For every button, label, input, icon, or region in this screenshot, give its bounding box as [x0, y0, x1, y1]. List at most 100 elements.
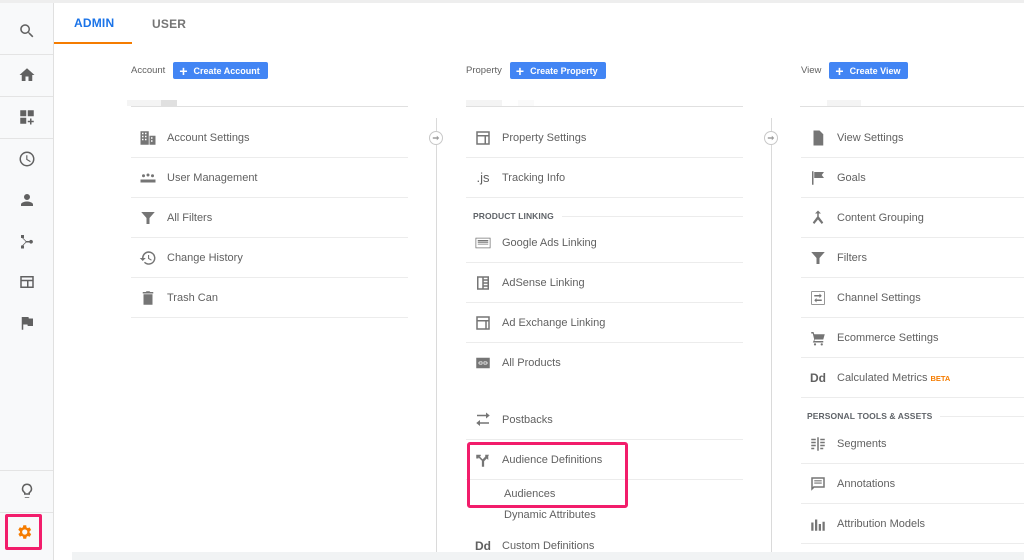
adexchange-icon — [476, 315, 490, 330]
home-icon — [19, 68, 34, 81]
postbacks-icon — [476, 412, 490, 426]
column-divider — [436, 118, 437, 560]
view-selector-underline — [800, 106, 1024, 107]
column-divider — [771, 118, 772, 560]
sidebar-behavior[interactable] — [0, 262, 53, 302]
document-icon — [813, 130, 824, 145]
create-view-label: Create View — [849, 65, 901, 76]
dynamic-attributes-link[interactable]: Dynamic Attributes — [504, 509, 596, 521]
segments-item[interactable]: Segments — [801, 424, 1024, 464]
js-icon: .js — [476, 170, 490, 185]
flag-icon — [812, 170, 824, 185]
tab-user[interactable]: USER — [132, 3, 206, 44]
section-title: PERSONAL TOOLS & ASSETS — [807, 411, 933, 421]
sidebar-search[interactable] — [0, 11, 53, 51]
search-icon — [19, 24, 33, 38]
plus-icon: + — [835, 62, 844, 79]
item-label: Goals — [837, 171, 866, 184]
ecommerce-settings-item[interactable]: Ecommerce Settings — [801, 318, 1024, 358]
filter-icon — [141, 211, 155, 224]
sidebar-customization[interactable] — [0, 97, 53, 137]
item-label: Segments — [837, 437, 887, 450]
create-account-label: Create Account — [193, 65, 260, 76]
item-label: Channel Settings — [837, 291, 921, 304]
annotations-item[interactable]: Annotations — [801, 464, 1024, 504]
audience-person-icon — [20, 194, 33, 206]
sidebar-conversions[interactable] — [0, 303, 53, 343]
discover-lightbulb-icon — [21, 483, 32, 498]
item-label: Tracking Info — [502, 171, 566, 184]
account-settings-item[interactable]: Account Settings — [131, 118, 408, 158]
sidebar-admin-highlighted[interactable] — [5, 514, 42, 550]
create-account-button[interactable]: + Create Account — [173, 62, 268, 79]
behavior-icon — [19, 276, 34, 288]
item-label: Custom Definitions — [502, 540, 595, 552]
adsense-linking-item[interactable]: AdSense Linking — [466, 263, 743, 303]
product-linking-section: PRODUCT LINKING — [473, 211, 743, 221]
goals-item[interactable]: Goals — [801, 158, 1024, 198]
sidebar-divider — [0, 512, 53, 513]
ads-icon — [475, 237, 491, 248]
channel-icon — [811, 290, 825, 305]
content-grouping-item[interactable]: Content Grouping — [801, 198, 1024, 238]
property-settings-item[interactable]: Property Settings — [466, 118, 743, 158]
left-nav-sidebar — [0, 3, 54, 560]
admin-gear-icon — [17, 525, 31, 539]
dd-icon: Dd — [810, 370, 826, 385]
google-ads-linking-item[interactable]: Google Ads Linking — [466, 223, 743, 263]
tracking-info-item[interactable]: .js Tracking Info — [466, 158, 743, 198]
create-property-label: Create Property — [530, 65, 598, 76]
realtime-clock-icon — [19, 151, 34, 167]
cart-icon — [811, 331, 825, 345]
create-property-button[interactable]: + Create Property — [509, 62, 606, 79]
sidebar-audience[interactable] — [0, 180, 53, 220]
ad-exchange-linking-item[interactable]: Ad Exchange Linking — [466, 303, 743, 343]
section-title: PRODUCT LINKING — [473, 211, 554, 221]
account-column-header: Account + Create Account — [131, 62, 268, 79]
item-label: Ecommerce Settings — [837, 331, 939, 344]
view-label: View — [801, 65, 822, 76]
view-column-header: View + Create View — [801, 62, 909, 79]
attribution-models-item[interactable]: Attribution Models — [801, 504, 1024, 544]
window-icon — [476, 130, 490, 145]
all-products-item[interactable]: All Products — [466, 343, 743, 383]
postbacks-item[interactable]: Postbacks — [466, 400, 743, 440]
channel-settings-item[interactable]: Channel Settings — [801, 278, 1024, 318]
filter-icon — [811, 251, 825, 264]
sidebar-realtime[interactable] — [0, 139, 53, 179]
plus-icon: + — [179, 62, 188, 79]
link-icon — [476, 357, 490, 369]
property-column-header: Property + Create Property — [466, 62, 606, 79]
tab-admin[interactable]: ADMIN — [54, 3, 132, 44]
item-label: Ad Exchange Linking — [502, 316, 606, 329]
arrow-right-icon — [429, 131, 443, 145]
calculated-metrics-item[interactable]: Dd Calculated Metrics BETA — [801, 358, 1024, 398]
account-selector-underline — [131, 106, 408, 107]
segments-icon — [811, 436, 825, 451]
sidebar-discover[interactable] — [0, 471, 53, 511]
ga-admin-page: ADMIN USER Account + Create Account Prop… — [0, 0, 1024, 560]
calculated-metrics-label: Calculated Metrics — [837, 371, 928, 384]
sidebar-acquisition[interactable] — [0, 221, 53, 261]
trash-can-item[interactable]: Trash Can — [131, 278, 408, 318]
sidebar-home[interactable] — [0, 55, 53, 95]
all-filters-item[interactable]: All Filters — [131, 198, 408, 238]
grouping-icon — [812, 210, 824, 224]
property-selector-underline — [466, 106, 743, 107]
item-label: Calculated Metrics BETA — [837, 372, 950, 384]
item-label: Property Settings — [502, 131, 587, 144]
create-view-button[interactable]: + Create View — [829, 62, 909, 79]
item-label: User Management — [167, 171, 258, 184]
annotations-icon — [811, 476, 825, 491]
item-label: Content Grouping — [837, 211, 924, 224]
item-label: Google Ads Linking — [502, 236, 597, 249]
customization-icon — [19, 110, 34, 125]
user-management-item[interactable]: User Management — [131, 158, 408, 198]
view-settings-item[interactable]: View Settings — [801, 118, 1024, 158]
building-icon — [140, 130, 156, 145]
audience-definitions-highlight-box — [467, 442, 628, 508]
adsense-icon — [477, 275, 489, 290]
view-filters-item[interactable]: Filters — [801, 238, 1024, 278]
item-label: All Filters — [167, 211, 213, 224]
change-history-item[interactable]: Change History — [131, 238, 408, 278]
